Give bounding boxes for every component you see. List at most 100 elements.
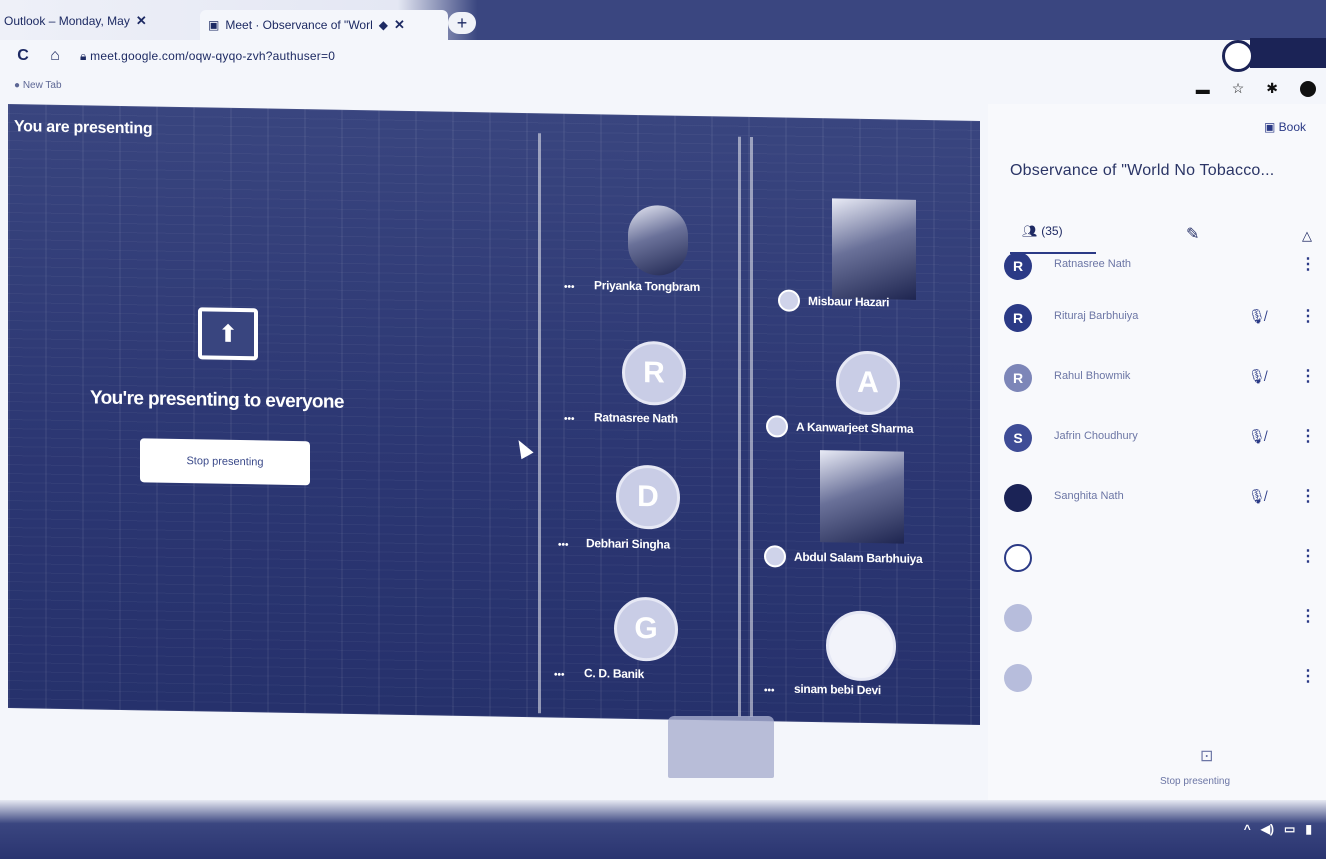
participant-tile[interactable]: ••• sinam bebi Devi [764,609,964,722]
browser-tab-meet[interactable]: ▣ Meet · Observance of "Worl ◆ ✕ [200,10,448,40]
mic-off-icon: 🎙︎̸ [1248,488,1266,504]
list-item[interactable]: R Rahul Bhowmik 🎙︎̸ ⋮ [988,352,1326,412]
side-panel: ▣ Book Observance of "World No Tobacco..… [988,104,1326,804]
close-icon[interactable]: ✕ [136,13,147,29]
participant-avatar: D [616,464,680,530]
participant-name: sinam bebi Devi [794,681,881,698]
more-vert-icon[interactable]: ⋮ [1300,426,1316,446]
participant-name: Priyanka Tongbram [594,278,701,295]
participant-avatar: R [1004,252,1032,280]
network-icon[interactable]: ▭ [1284,822,1295,836]
participant-tile[interactable]: R ••• Ratnasree Nath [558,340,758,453]
puzzle-icon[interactable]: ✱ [1266,80,1278,97]
list-item[interactable]: R Rituraj Barbhuiya 🎙︎̸ ⋮ [988,292,1326,352]
os-taskbar [0,800,1326,859]
language-icon[interactable]: ▮ [1305,822,1312,836]
participant-tile[interactable]: G ••• C. D. Banik [548,595,748,708]
more-icon[interactable]: ••• [554,670,565,681]
list-item[interactable]: R Ratnasree Nath ⋮ [988,252,1326,292]
participant-avatar: S [1004,424,1032,452]
more-icon[interactable]: ••• [564,414,575,425]
bookmark-item[interactable]: ● New Tab [14,80,62,91]
participant-photo [820,450,904,544]
cast-icon[interactable]: ▬ [1196,81,1210,97]
more-vert-icon[interactable]: ⋮ [1300,486,1316,506]
meeting-stage: You are presenting ⬆ You're presenting t… [8,104,980,725]
mic-off-icon: 🎙︎̸ [1248,428,1266,444]
participant-photo [832,198,916,300]
participant-avatar [826,610,896,682]
meeting-details-icon[interactable]: ▣ Book [1264,120,1306,134]
participant-list: R Ratnasree Nath ⋮ R Rituraj Barbhuiya 🎙… [988,252,1326,712]
participant-name: Rahul Bhowmik [1054,370,1131,382]
list-item[interactable]: ⋮ [988,652,1326,712]
browser-tab-outlook[interactable]: Outlook – Monday, May ✕ [4,8,189,34]
new-tab-button[interactable]: + [448,12,476,34]
url-field[interactable]: 🔒︎ meet.google.com/oqw-qyqo-zvh?authuser… [80,49,335,64]
present-icon: ⊡ [1200,748,1214,765]
more-vert-icon[interactable]: ⋮ [1300,546,1316,566]
close-icon[interactable]: ✕ [394,17,405,33]
more-icon[interactable]: ••• [564,282,575,293]
more-vert-icon[interactable]: ⋮ [1300,306,1316,326]
volume-icon[interactable]: ◀) [1261,822,1274,836]
participant-avatar [1004,664,1032,692]
mic-icon [764,545,786,568]
window-controls[interactable] [1250,38,1326,68]
tile-divider [538,133,541,714]
stop-presenting-button[interactable]: Stop presenting [140,438,310,486]
mic-off-icon: 🎙︎̸ [1248,368,1266,384]
participant-name: C. D. Banik [584,666,645,682]
presenting-message: You're presenting to everyone [90,387,344,413]
participant-tile[interactable]: Misbaur Hazari [772,197,972,312]
list-item[interactable]: Sanghita Nath 🎙︎̸ ⋮ [988,472,1326,532]
presenting-label: You are presenting [14,118,153,138]
participant-avatar: G [614,596,678,662]
participant-avatar: R [1004,364,1032,392]
address-bar: C ⌂ 🔒︎ meet.google.com/oqw-qyqo-zvh?auth… [0,40,1210,72]
people-count: (35) [1041,224,1063,238]
tab-people[interactable]: 👥︎ (35) [1022,224,1063,238]
people-icon: 👥︎ [1022,224,1038,238]
mic-icon [766,415,788,438]
meet-logo [668,716,774,778]
browser-tab-bar: Outlook – Monday, May ✕ ▣ Meet · Observa… [0,0,1326,40]
more-icon[interactable]: ••• [558,540,569,551]
activities-icon[interactable]: △ [1302,228,1312,244]
participant-tile[interactable]: ••• Priyanka Tongbram [558,204,758,317]
presentation-control-label: Stop presenting [1160,776,1231,787]
system-tray: ^ ◀) ▭ ▮ [1244,822,1312,836]
account-icon[interactable] [1300,80,1316,97]
mic-icon [778,289,800,312]
list-item[interactable]: S Jafrin Choudhury 🎙︎̸ ⋮ [988,412,1326,472]
mic-off-icon: 🎙︎̸ [1248,308,1266,324]
participant-name: Sanghita Nath [1054,490,1124,502]
more-vert-icon[interactable]: ⋮ [1300,666,1316,686]
speaker-icon: ◆ [378,18,388,32]
mouse-cursor-icon [512,436,534,460]
home-icon[interactable]: ⌂ [44,47,66,65]
reload-icon[interactable]: C [12,47,34,65]
more-vert-icon[interactable]: ⋮ [1300,366,1316,386]
chat-icon[interactable]: ✎ [1186,224,1199,244]
more-vert-icon[interactable]: ⋮ [1300,254,1316,274]
participant-avatar [1004,544,1032,572]
chevron-up-icon[interactable]: ^ [1244,822,1251,836]
bookmarks-bar: ● New Tab [0,72,1326,98]
participant-photo [628,204,688,276]
list-item[interactable]: ⋮ [988,532,1326,592]
participant-avatar [1004,604,1032,632]
participant-tile[interactable]: A A Kanwarjeet Sharma [764,349,964,462]
more-vert-icon[interactable]: ⋮ [1300,606,1316,626]
star-icon[interactable]: ☆ [1232,80,1245,97]
profile-icon[interactable] [1222,40,1254,72]
participant-tile[interactable]: Abdul Salam Barbhuiya [764,449,964,568]
participant-tile[interactable]: D ••• Debhari Singha [558,464,758,577]
participant-name: Debhari Singha [586,536,670,552]
list-item[interactable]: ⋮ [988,592,1326,652]
more-icon[interactable]: ••• [764,685,775,696]
participant-name: Abdul Salam Barbhuiya [794,549,923,566]
participant-name: Ratnasree Nath [1054,258,1132,270]
tab-title: Meet · Observance of "Worl [225,18,373,32]
meet-favicon-icon: ▣ [208,18,220,32]
